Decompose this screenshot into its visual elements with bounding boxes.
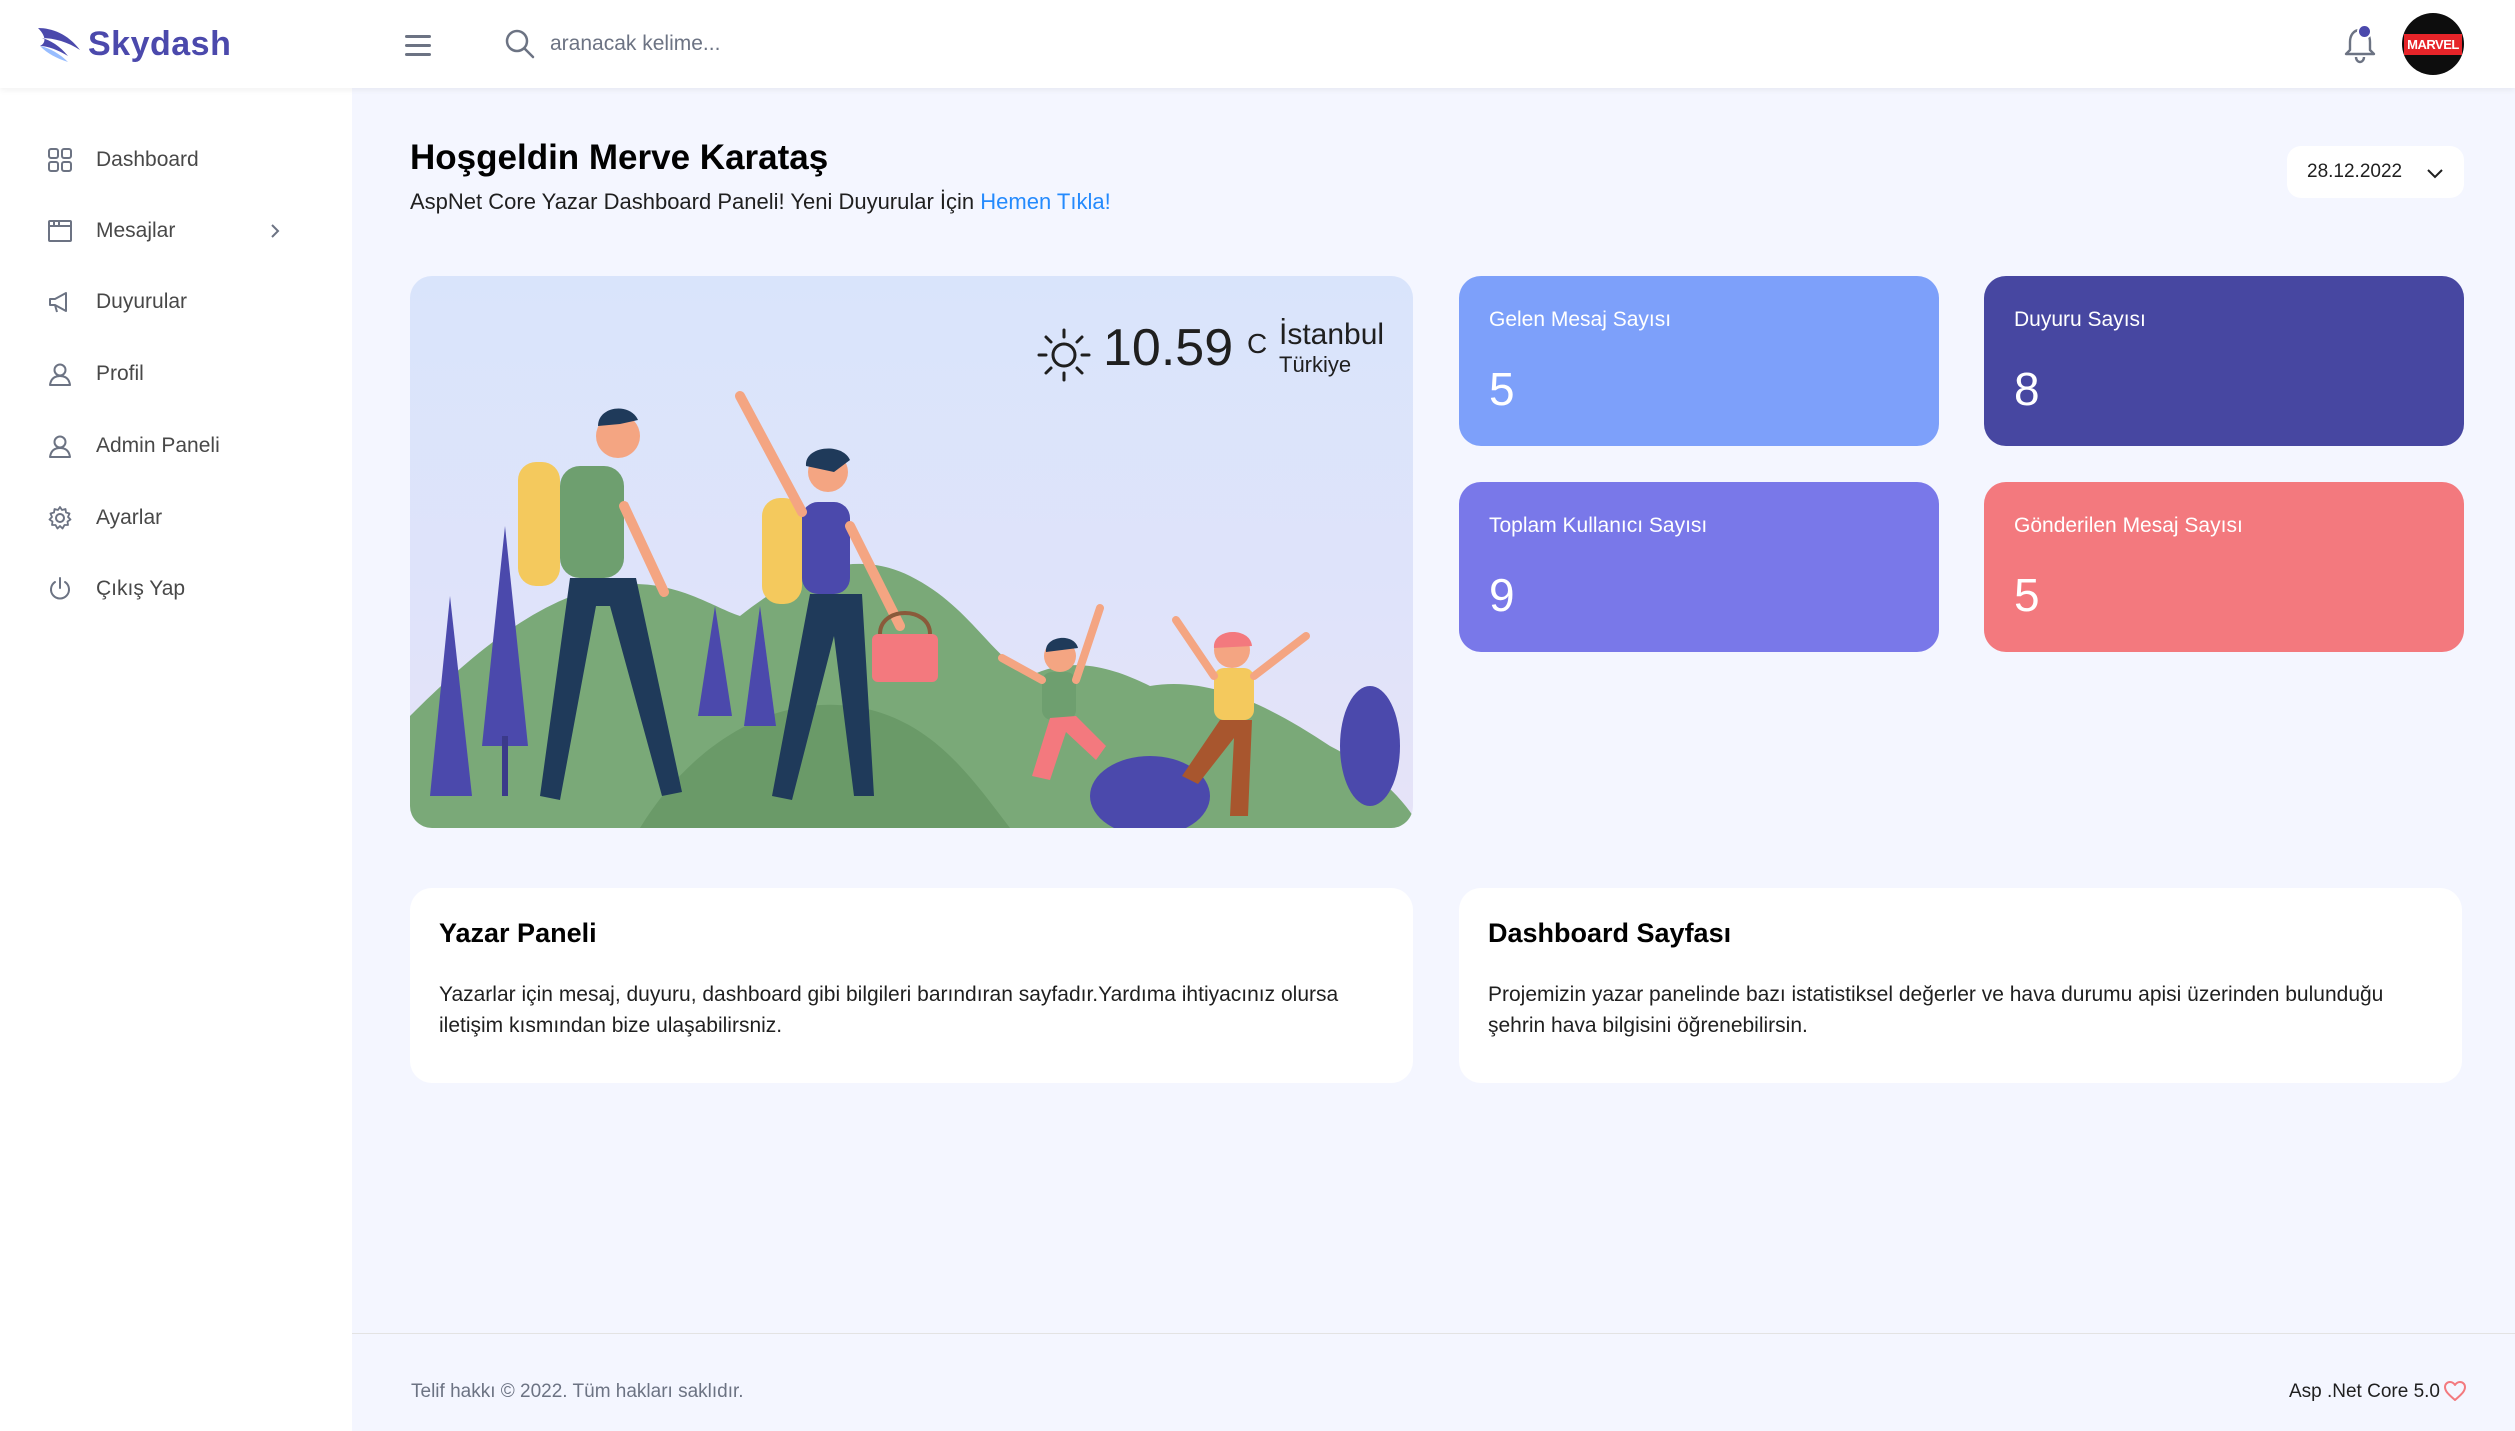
stat-value: 9 bbox=[1489, 569, 1515, 621]
user-icon bbox=[49, 363, 71, 386]
sidebar-item-duyurular[interactable]: Duyurular bbox=[0, 272, 352, 332]
footer: Telif hakkı © 2022. Tüm hakları saklıdır… bbox=[352, 1333, 2515, 1431]
sidebar-item-label: Dashboard bbox=[96, 148, 199, 171]
stat-card-announcements[interactable]: Duyuru Sayısı 8 bbox=[1984, 276, 2464, 446]
footer-copyright: Telif hakkı © 2022. Tüm hakları saklıdır… bbox=[411, 1381, 744, 1402]
footer-tech: Asp .Net Core 5.0 bbox=[2288, 1381, 2440, 1402]
stat-label: Gönderilen Mesaj Sayısı bbox=[2014, 514, 2243, 537]
welcome-subtitle: AspNet Core Yazar Dashboard Paneli! Yeni… bbox=[410, 189, 1111, 215]
sidebar-item-ayarlar[interactable]: Ayarlar bbox=[0, 488, 352, 548]
info-card-title: Dashboard Sayfası bbox=[1488, 918, 1732, 948]
paper-plane-logo-icon bbox=[38, 28, 80, 62]
weather-widget: 10.59 C İstanbul Türkiye bbox=[1035, 318, 1395, 398]
sidebar-item-label: Profil bbox=[96, 362, 144, 385]
hamburger-line bbox=[405, 43, 431, 47]
info-card-title: Yazar Paneli bbox=[439, 918, 597, 948]
stat-value: 8 bbox=[2014, 363, 2040, 415]
welcome-subtitle-text: AspNet Core Yazar Dashboard Paneli! Yeni… bbox=[410, 189, 975, 214]
announcements-link[interactable]: Hemen Tıkla! bbox=[980, 189, 1110, 214]
sidebar-item-label: Çıkış Yap bbox=[96, 577, 186, 600]
avatar[interactable]: MARVEL bbox=[2402, 13, 2464, 75]
stat-card-total-users[interactable]: Toplam Kullanıcı Sayısı 9 bbox=[1459, 482, 1939, 652]
page-title: Hoşgeldin Merve Karataş bbox=[410, 138, 829, 177]
avatar-badge: MARVEL bbox=[2404, 33, 2462, 55]
sidebar-item-cikis-yap[interactable]: Çıkış Yap bbox=[0, 559, 352, 619]
megaphone-icon bbox=[49, 292, 67, 313]
sidebar-item-dashboard[interactable]: Dashboard bbox=[0, 130, 352, 190]
stat-label: Duyuru Sayısı bbox=[2014, 308, 2146, 331]
sidebar: Dashboard Mesajlar Duyurular Profil Admi… bbox=[0, 88, 352, 1431]
sidebar-item-label: Admin Paneli bbox=[96, 434, 220, 457]
browser-window-icon bbox=[48, 220, 72, 242]
stat-card-incoming-messages[interactable]: Gelen Mesaj Sayısı 5 bbox=[1459, 276, 1939, 446]
chevron-down-icon bbox=[2427, 169, 2443, 179]
sun-icon bbox=[1037, 328, 1091, 382]
heart-icon bbox=[2444, 1381, 2466, 1401]
stat-value: 5 bbox=[1489, 363, 1515, 415]
temperature-value: 10.59 bbox=[1103, 319, 1234, 377]
stat-value: 5 bbox=[2014, 569, 2040, 621]
info-card-dashboard-sayfasi: Dashboard Sayfası Projemizin yazar panel… bbox=[1459, 888, 2462, 1083]
grid-icon bbox=[48, 148, 72, 172]
search-input[interactable] bbox=[550, 24, 1150, 64]
brand-name: Skydash bbox=[88, 24, 232, 63]
info-card-yazar-paneli: Yazar Paneli Yazarlar için mesaj, duyuru… bbox=[410, 888, 1413, 1083]
weather-card: 10.59 C İstanbul Türkiye bbox=[410, 276, 1413, 828]
stat-label: Toplam Kullanıcı Sayısı bbox=[1489, 514, 1708, 537]
chevron-right-icon bbox=[271, 224, 280, 238]
temperature-unit: C bbox=[1247, 328, 1268, 359]
stat-card-sent-messages[interactable]: Gönderilen Mesaj Sayısı 5 bbox=[1984, 482, 2464, 652]
notification-dot bbox=[2357, 24, 2372, 39]
menu-toggle-button[interactable] bbox=[405, 28, 445, 62]
info-card-text: Yazarlar için mesaj, duyuru, dashboard g… bbox=[439, 983, 1339, 1037]
date-dropdown[interactable]: 28.12.2022 bbox=[2287, 146, 2464, 198]
sidebar-item-label: Ayarlar bbox=[96, 506, 163, 529]
info-card-text: Projemizin yazar panelinde bazı istatist… bbox=[1488, 983, 2384, 1037]
search-icon[interactable] bbox=[502, 26, 538, 62]
sidebar-item-admin-paneli[interactable]: Admin Paneli bbox=[0, 416, 352, 476]
date-value: 28.12.2022 bbox=[2307, 161, 2403, 182]
weather-city: İstanbul bbox=[1279, 318, 1385, 351]
sidebar-item-profil[interactable]: Profil bbox=[0, 344, 352, 404]
top-navbar: Skydash MARVEL bbox=[0, 0, 2515, 88]
gear-icon bbox=[48, 506, 72, 530]
sidebar-item-mesajlar[interactable]: Mesajlar bbox=[0, 201, 352, 261]
weather-country: Türkiye bbox=[1279, 352, 1352, 377]
sidebar-item-label: Mesajlar bbox=[96, 219, 176, 242]
stat-label: Gelen Mesaj Sayısı bbox=[1489, 308, 1672, 331]
brand-logo-link[interactable]: Skydash bbox=[34, 16, 231, 72]
hamburger-line bbox=[405, 52, 431, 56]
power-icon bbox=[50, 577, 70, 600]
sidebar-item-label: Duyurular bbox=[96, 290, 188, 313]
user-icon bbox=[49, 435, 71, 458]
hamburger-icon bbox=[405, 34, 431, 38]
